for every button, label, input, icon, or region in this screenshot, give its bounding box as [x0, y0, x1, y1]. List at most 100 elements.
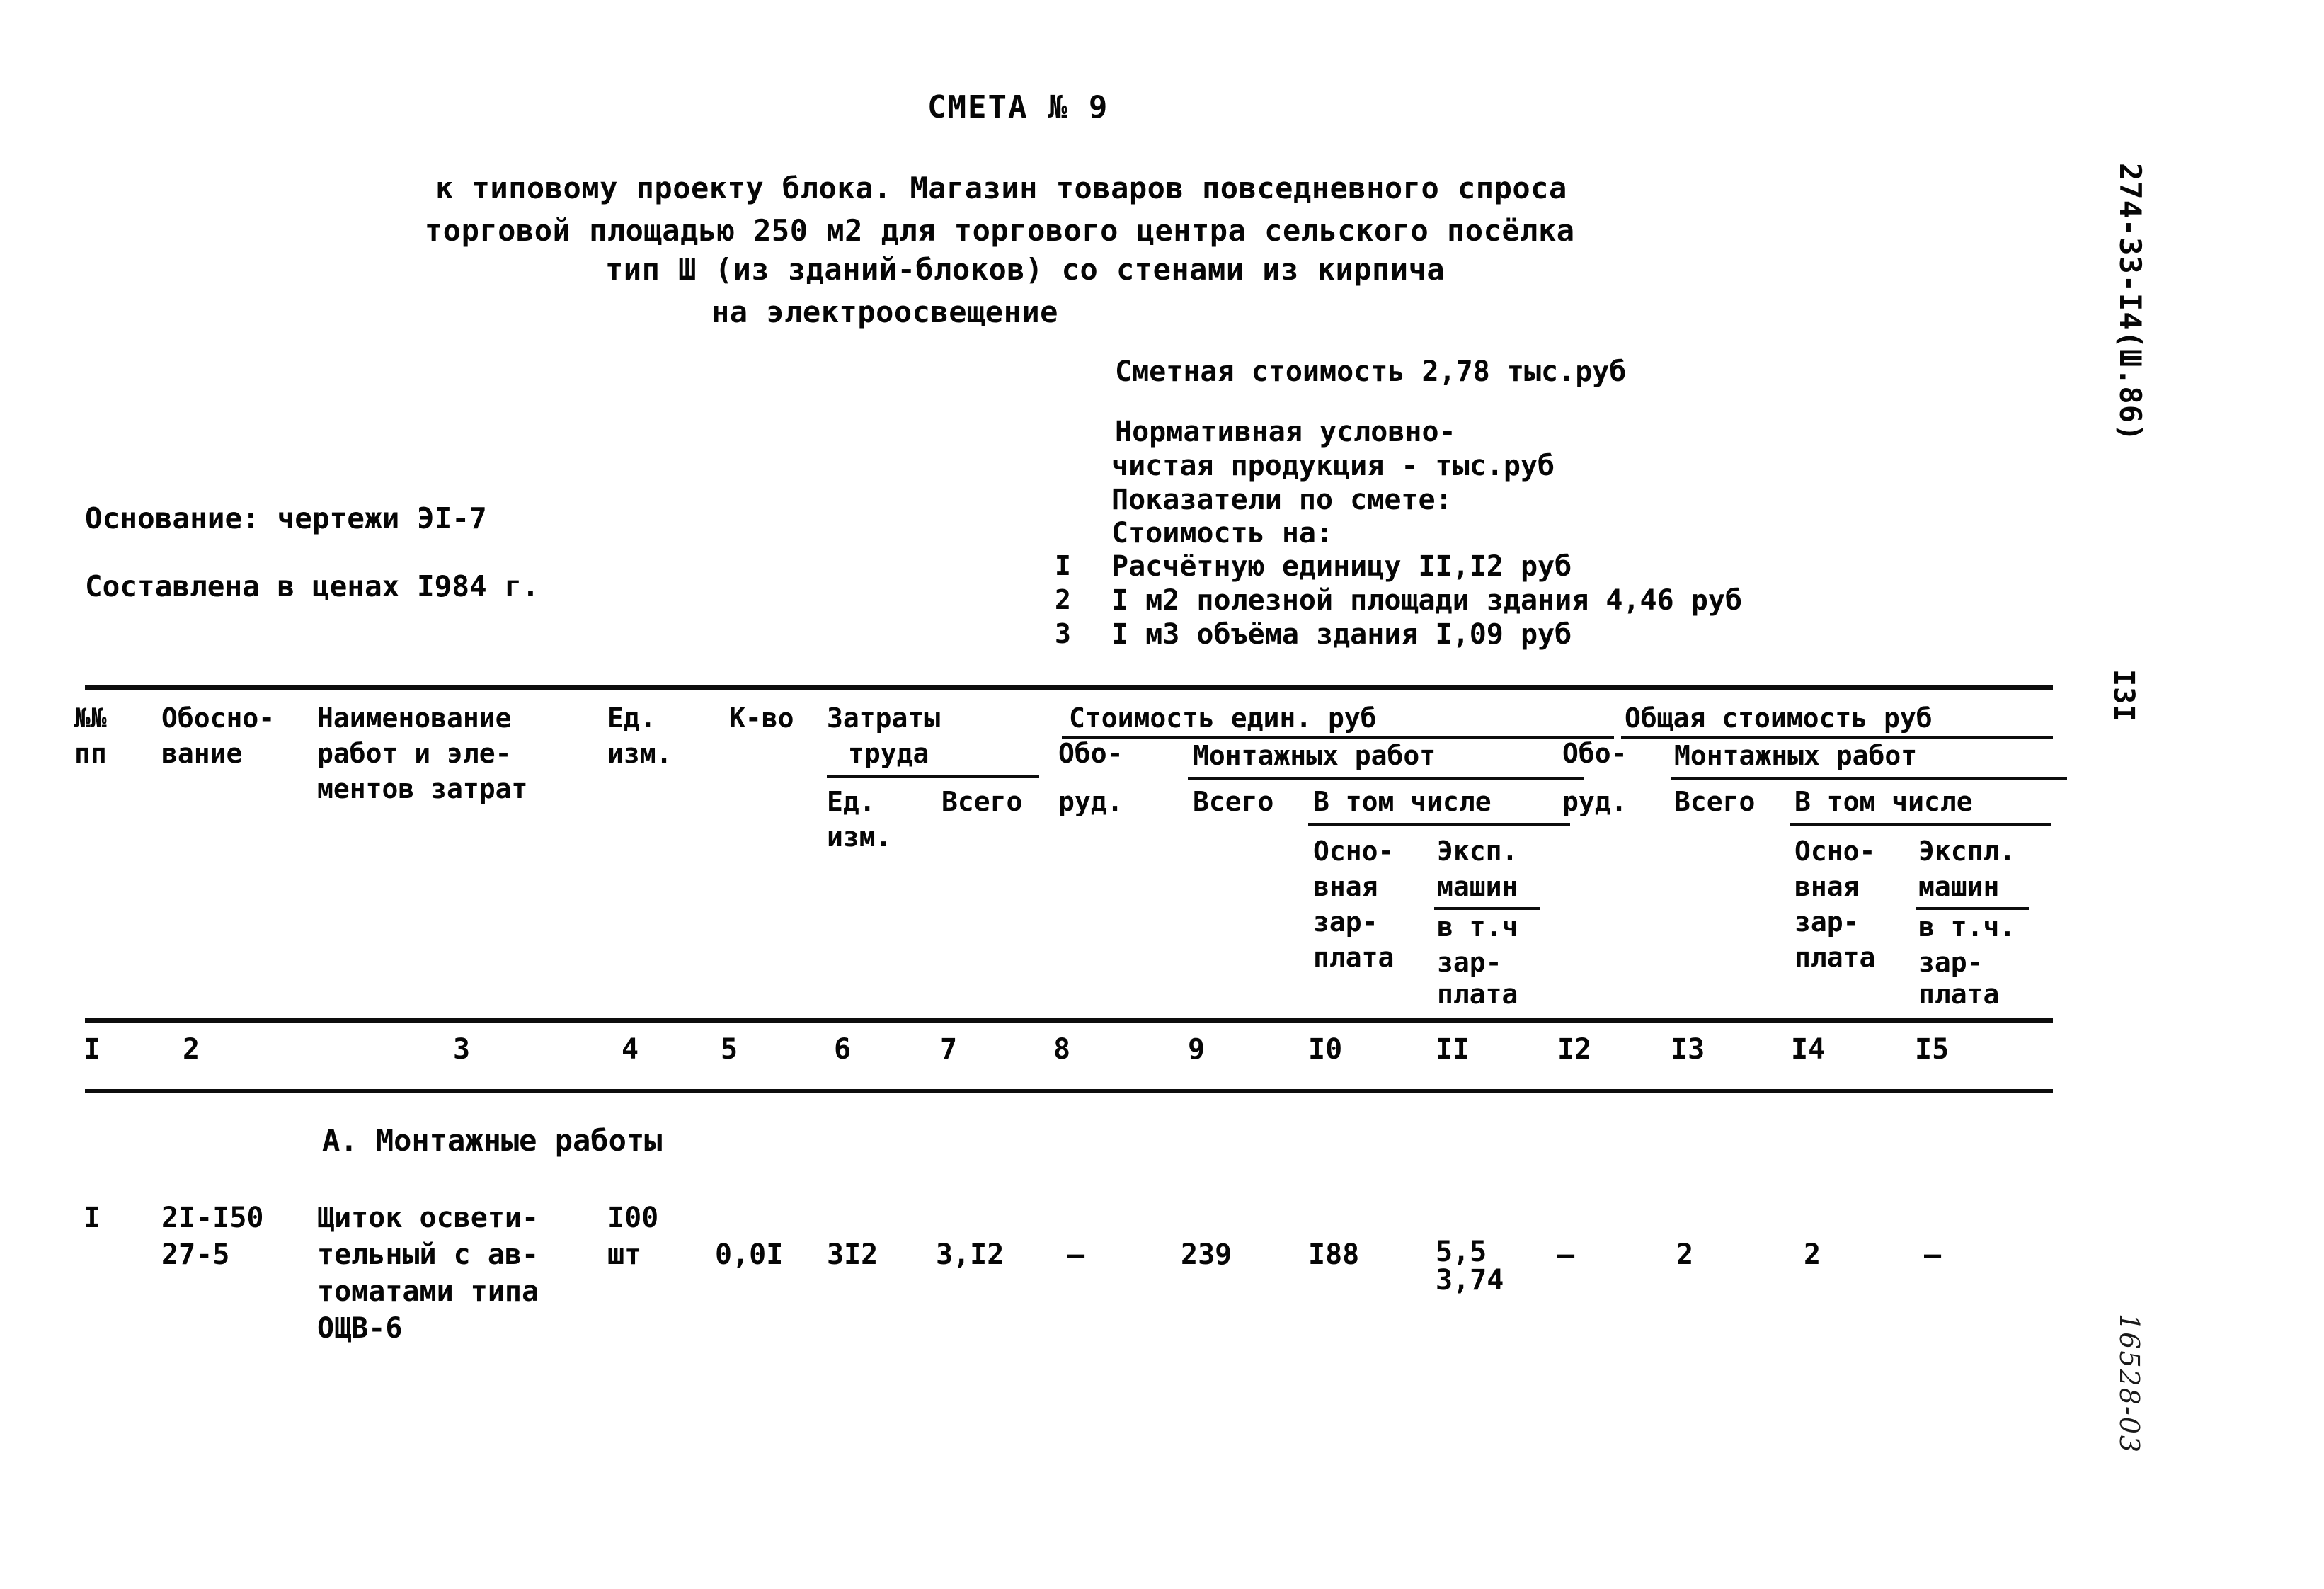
row-total-mount-total: 2	[1676, 1238, 1694, 1271]
header-col12-line1: Обо-	[1562, 738, 1627, 769]
header-col9-sub: Всего	[1193, 786, 1274, 817]
header-col11-line4: зар-	[1437, 947, 1502, 978]
normative-line-1: Нормативная условно-	[1115, 416, 1456, 448]
colnum-14: I4	[1791, 1033, 1826, 1066]
header-col1-line1: №№	[74, 702, 107, 734]
colnum-4: 4	[622, 1033, 639, 1066]
row-labor-total: 3,I2	[936, 1238, 1004, 1271]
section-heading: А. Монтажные работы	[322, 1123, 663, 1158]
in-that-number-mid-underline	[1308, 823, 1570, 826]
row-no: I	[84, 1202, 101, 1234]
colnum-2: 2	[183, 1033, 200, 1066]
header-col5: К-во	[729, 702, 794, 734]
unit-cost-group-underline	[1062, 736, 1614, 739]
colnum-3: 3	[453, 1033, 471, 1066]
document-page: СМЕТА № 9 к типовому проекту блока. Мага…	[0, 0, 2324, 1589]
header-col10-line4: плата	[1313, 942, 1395, 973]
row-unit-machine-denominator: 3,74	[1436, 1264, 1504, 1297]
colnum-15: I5	[1915, 1033, 1950, 1066]
header-col15-line5: плата	[1918, 979, 2000, 1010]
header-col11-line3: в т.ч	[1437, 911, 1518, 942]
row-name-line2: тельный с ав-	[317, 1238, 539, 1271]
row-unit-mount-total: 239	[1181, 1238, 1232, 1271]
subtitle-line-4: на электроосвещение	[711, 295, 1058, 329]
subtitle-line-2: торговой площадью 250 м2 для торгового ц…	[425, 213, 1575, 248]
archive-number-vertical: 16528-03	[2114, 1314, 2145, 1454]
header-unit-cost-group: Стоимость един. руб	[1069, 702, 1377, 734]
header-col10-line3: зар-	[1313, 906, 1378, 938]
header-col3-line2: работ и эле-	[317, 738, 512, 769]
header-mounting-works-right: Монтажных работ	[1674, 740, 1918, 771]
row-total-machine: –	[1924, 1238, 1942, 1271]
header-col15-line3: в т.ч.	[1918, 911, 2016, 942]
row-labor-unit: 3I2	[827, 1238, 878, 1271]
header-col3-line3: ментов затрат	[317, 773, 528, 804]
page-number-vertical: I3I	[2107, 669, 2140, 723]
header-col8-line1: Обо-	[1058, 738, 1123, 769]
normative-line-2: чистая продукция - тыс.руб	[1111, 450, 1555, 482]
subtitle-line-1: к типовому проекту блока. Магазин товаро…	[435, 171, 1567, 205]
header-col14-line4: плата	[1794, 942, 1876, 973]
row-name-line1: Щиток освети-	[317, 1202, 539, 1234]
row-quantity: 0,0I	[715, 1238, 784, 1271]
header-col2-line2: вание	[161, 738, 243, 769]
subtitle-line-3: тип Ш (из зданий-блоков) со стенами из к…	[605, 252, 1446, 287]
header-col11-line2: машин	[1437, 871, 1518, 902]
in-that-number-right-underline	[1790, 823, 2051, 826]
header-col13-sub: Всего	[1674, 786, 1756, 817]
basis-line: Основание: чертежи ЭI-7	[85, 501, 487, 535]
indicator-text-3: I м3 объёма здания I,09 руб	[1111, 618, 1572, 651]
colnum-7: 7	[940, 1033, 958, 1066]
table-colnum-rule	[85, 1089, 2053, 1093]
header-col8-line2: руд.	[1058, 786, 1123, 817]
row-name-line3: томатами типа	[317, 1275, 539, 1308]
total-cost-group-underline	[1621, 736, 2053, 739]
row-total-main-salary: 2	[1804, 1238, 1821, 1271]
mounting-works-mid-underline	[1188, 777, 1584, 780]
indicator-text-1: Расчётную единицу II,I2 руб	[1111, 550, 1572, 583]
header-mounting-works-mid: Монтажных работ	[1193, 740, 1436, 771]
header-col7-sub: Всего	[941, 786, 1023, 817]
colnum-8: 8	[1053, 1033, 1071, 1066]
row-unit-equipment: –	[1067, 1238, 1085, 1271]
header-labor-group-line2: труда	[848, 738, 929, 769]
header-col12-line2: руд.	[1562, 786, 1627, 817]
colnum-12: I2	[1557, 1033, 1592, 1066]
header-col14-line3: зар-	[1794, 906, 1860, 938]
header-col4-line1: Ед.	[607, 702, 656, 734]
row-unit-line1: I00	[607, 1202, 659, 1234]
mounting-works-right-underline	[1671, 777, 2067, 780]
header-col15-line2: машин	[1918, 871, 2000, 902]
header-col10-line1: Осно-	[1313, 836, 1395, 867]
header-labor-group-line1: Затраты	[827, 702, 941, 734]
col11-machines-underline	[1434, 907, 1540, 910]
header-in-that-number-right: В том числе	[1794, 786, 1973, 817]
colnum-13: I3	[1671, 1033, 1705, 1066]
header-col11-line1: Эксп.	[1437, 836, 1518, 867]
header-col3-line1: Наименование	[317, 702, 512, 734]
page-title: СМЕТА № 9	[927, 89, 1109, 125]
header-col10-line2: вная	[1313, 871, 1378, 902]
row-name-line4: ОЩВ-6	[317, 1312, 403, 1345]
header-total-cost-group: Общая стоимость руб	[1625, 702, 1933, 734]
indicator-index-2: 2	[1055, 584, 1071, 615]
colnum-6: 6	[834, 1033, 852, 1066]
table-header-rule	[85, 1018, 2053, 1023]
row-basis-line1: 2I-I50	[161, 1202, 264, 1234]
row-unit-line2: шт	[607, 1238, 642, 1271]
header-col1-line2: пп	[74, 738, 107, 769]
indicators-label: Показатели по смете:	[1111, 484, 1453, 516]
colnum-9: 9	[1188, 1033, 1206, 1066]
colnum-10: I0	[1308, 1033, 1343, 1066]
row-basis-line2: 27-5	[161, 1238, 230, 1271]
header-col14-line1: Осно-	[1794, 836, 1876, 867]
header-col15-line1: Экспл.	[1918, 836, 2016, 867]
row-unit-machine-numerator: 5,5	[1436, 1236, 1487, 1268]
document-code-vertical: 274-33-I4(Ш.86)	[2113, 163, 2148, 443]
header-in-that-number-mid: В том числе	[1313, 786, 1492, 817]
header-col14-line2: вная	[1794, 871, 1860, 902]
header-col4-line2: изм.	[607, 738, 672, 769]
indicator-text-2: I м2 полезной площади здания 4,46 руб	[1111, 584, 1743, 617]
colnum-1: I	[84, 1033, 101, 1066]
colnum-11: II	[1436, 1033, 1470, 1066]
